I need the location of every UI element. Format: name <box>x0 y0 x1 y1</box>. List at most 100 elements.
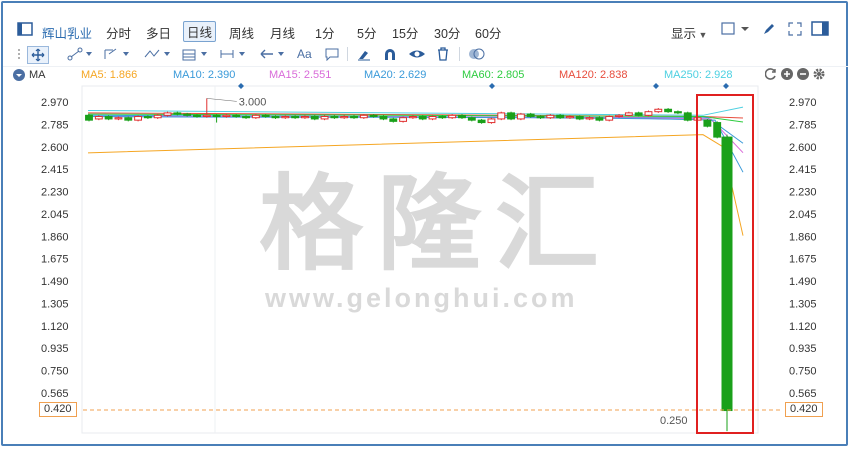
period-tab-1min[interactable]: 1分 <box>315 23 334 42</box>
y-tick-right: 1.120 <box>789 321 817 333</box>
candle-down <box>507 112 515 120</box>
layout-icon[interactable] <box>811 21 829 40</box>
text-tool[interactable]: Aa <box>297 46 312 62</box>
candle-down <box>634 112 643 116</box>
arrow-tool-icon[interactable] <box>259 46 289 62</box>
crosshair-move-icon[interactable] <box>27 46 49 64</box>
sidebar-toggle-icon[interactable] <box>17 22 33 39</box>
trash-icon[interactable] <box>436 46 450 62</box>
y-tick-left: 1.120 <box>41 321 69 333</box>
magnet-icon[interactable] <box>382 46 398 62</box>
ma250-value: MA250: 2.928 <box>664 69 733 81</box>
ma5-value: MA5: 1.866 <box>81 69 138 81</box>
channel-tool-icon[interactable] <box>103 46 135 62</box>
fibonacci-tool-icon[interactable] <box>181 46 213 62</box>
candle-down <box>556 114 565 119</box>
candle-up <box>585 117 594 120</box>
high-annotation-line <box>206 98 237 102</box>
candle-down <box>242 116 250 119</box>
ma60-value: MA60: 2.805 <box>462 69 525 81</box>
candle-up <box>114 117 123 120</box>
ma-label: MA <box>29 69 46 81</box>
y-tick-right: 0.565 <box>789 388 817 400</box>
ma10-line <box>87 116 744 173</box>
chart-type-dropdown[interactable] <box>721 22 751 39</box>
candle-down <box>310 116 319 120</box>
y-tick-left: 0.565 <box>41 388 69 400</box>
refresh-icon[interactable] <box>764 68 777 83</box>
toolbar-divider <box>347 47 348 61</box>
ma5-line <box>87 134 744 236</box>
pen-icon[interactable] <box>761 21 777 40</box>
candle-down <box>85 114 93 121</box>
candle-up <box>94 116 103 120</box>
y-tick-right: 2.045 <box>789 209 817 221</box>
display-dropdown[interactable]: 显示 ▼ <box>671 23 707 42</box>
eraser-icon[interactable] <box>356 46 372 62</box>
candle-up <box>428 116 437 120</box>
candle-up <box>320 116 329 120</box>
y-tick-left: 1.490 <box>41 276 69 288</box>
period-tab-weekly[interactable]: 周线 <box>229 23 254 42</box>
grip-icon <box>17 46 23 62</box>
y-tick-left: 0.750 <box>41 366 69 378</box>
candle-up <box>546 114 555 119</box>
candle-down <box>438 116 447 119</box>
candle-down <box>467 117 476 121</box>
period-tab-intraday[interactable]: 分时 <box>106 23 131 42</box>
candle-down <box>477 119 486 124</box>
zoom-in-icon[interactable] <box>781 68 793 83</box>
y-tick-left: 2.415 <box>41 164 69 176</box>
settings-gear-icon[interactable] <box>813 68 825 83</box>
stock-name[interactable]: 辉山乳业 <box>42 23 92 42</box>
period-tab-60min[interactable]: 60分 <box>475 23 501 42</box>
ma10-value: MA10: 2.390 <box>173 69 236 81</box>
y-tick-right: 2.230 <box>789 187 817 199</box>
candle-up <box>153 114 162 119</box>
y-tick-left: 1.675 <box>41 254 69 266</box>
y-tick-left: 0.935 <box>41 343 69 355</box>
zigzag-tool-icon[interactable] <box>143 46 175 62</box>
y-tick-right: 1.675 <box>789 254 817 266</box>
candle-up <box>281 116 290 119</box>
candle-down <box>379 116 388 120</box>
ma15-value: MA15: 2.551 <box>269 69 332 81</box>
chart-area[interactable]: 格隆汇 www.gelonghui.com 2.970 2.970 2.785 2.7… <box>3 83 848 443</box>
chevron-down-icon: ▼ <box>696 30 708 40</box>
period-tab-15min[interactable]: 15分 <box>392 23 418 42</box>
ma-legend: MA MA5: 1.866 MA10: 2.390 MA15: 2.551 MA… <box>3 66 848 83</box>
period-tab-multiday[interactable]: 多日 <box>146 23 171 42</box>
high-annotation: 3.000 <box>239 96 267 108</box>
compare-toggle-icon[interactable] <box>467 46 487 62</box>
display-label: 显示 <box>671 27 697 41</box>
y-tick-right: 2.415 <box>789 164 817 176</box>
candle-up <box>516 113 525 120</box>
event-marker-icon <box>723 83 729 89</box>
zoom-out-icon[interactable] <box>797 68 809 83</box>
candle-down <box>183 113 192 116</box>
period-tab-5min[interactable]: 5分 <box>357 23 376 42</box>
y-tick-left: 2.785 <box>41 119 69 131</box>
candle-up <box>566 116 574 119</box>
candle-up <box>615 114 623 118</box>
candle-down <box>330 116 339 119</box>
candle-up <box>448 114 457 119</box>
collapse-icon[interactable] <box>13 69 25 84</box>
measure-tool-icon[interactable] <box>219 46 251 62</box>
trendline-tool-icon[interactable] <box>67 46 95 62</box>
period-tab-daily[interactable]: 日线 <box>183 21 217 42</box>
candle-down <box>232 114 241 118</box>
candle-down <box>418 116 427 120</box>
eye-icon[interactable] <box>408 46 426 62</box>
fullscreen-icon[interactable] <box>787 21 803 40</box>
period-tab-30min[interactable]: 30分 <box>434 23 460 42</box>
candle-up <box>487 118 496 124</box>
period-tab-monthly[interactable]: 月线 <box>270 23 295 42</box>
low-annotation: 0.250 <box>660 415 688 427</box>
candle-up <box>359 114 368 119</box>
comment-icon[interactable] <box>324 46 340 62</box>
y-tick-left: 1.860 <box>41 231 69 243</box>
candle-down <box>173 112 182 115</box>
chart-window: 辉山乳业 分时 多日 日线 周线 月线 1分 5分 15分 30分 60分 显示… <box>1 1 848 446</box>
ma20-value: MA20: 2.629 <box>364 69 427 81</box>
